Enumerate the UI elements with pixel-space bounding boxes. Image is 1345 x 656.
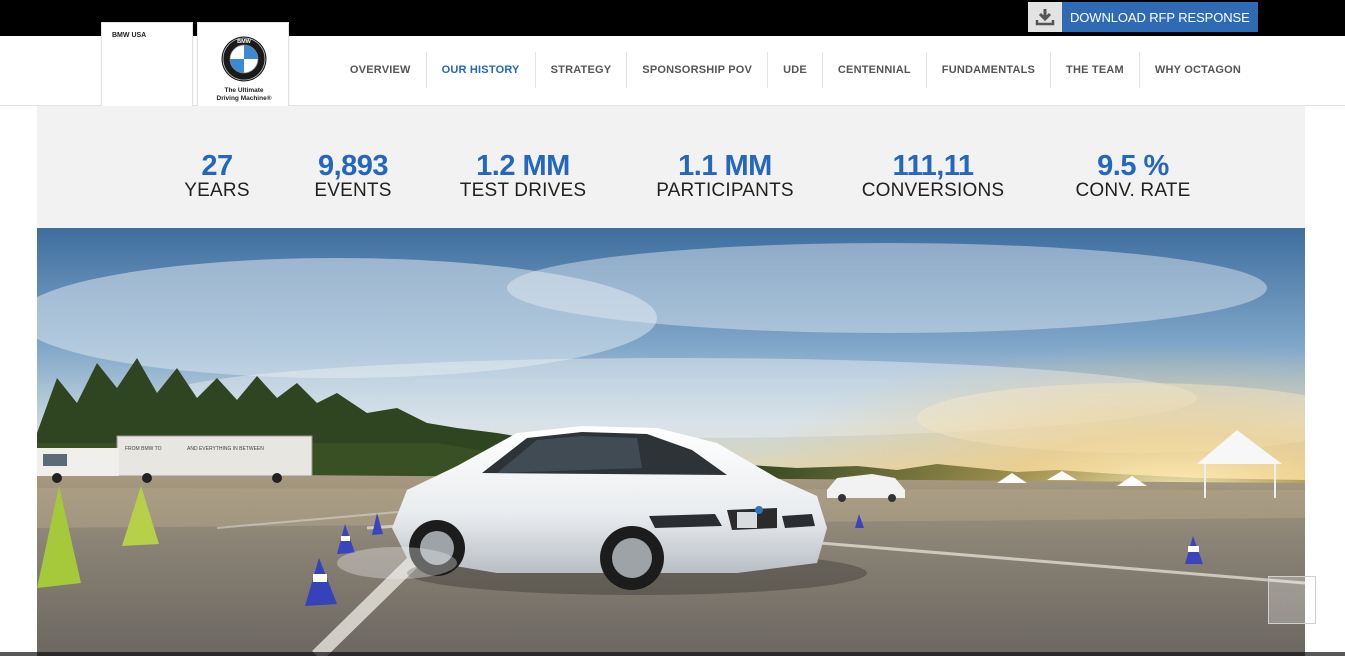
nav-overview[interactable]: OVERVIEW: [335, 52, 426, 88]
stat-value: 1.2 MM: [476, 150, 570, 182]
bmw-logo[interactable]: BMW The Ultimate Driving Machine®: [197, 22, 289, 114]
stat-value: 9.5 %: [1097, 150, 1169, 182]
stat-value: 27: [201, 150, 233, 182]
nav-centennial[interactable]: CENTENNIAL: [821, 52, 926, 88]
download-icon: [1028, 2, 1062, 32]
stat-value: 9,893: [317, 150, 389, 182]
download-rfp-label: DOWNLOAD RFP RESPONSE: [1062, 2, 1258, 32]
nav-our-history[interactable]: OUR HISTORY: [425, 52, 535, 88]
nav-sponsorship-pov[interactable]: SPONSORSHIP POV: [626, 52, 767, 88]
bmw-drive-scene: FROM BMW TO AND EVERYTHING IN BETWEEN: [37, 228, 1305, 656]
stat-label: PARTICIPANTS: [656, 180, 794, 201]
stats-panel: 27 YEARS 9,893 EVENTS 1.2 MM TEST DRIVES…: [37, 106, 1305, 228]
stat-participants: 1.1 MM PARTICIPANTS: [635, 152, 815, 202]
trailer-text-1: FROM BMW TO: [125, 446, 162, 452]
distant-car: [827, 474, 905, 502]
bmw-roundel-icon: BMW: [221, 36, 267, 82]
stat-events: 9,893 EVENTS: [283, 152, 423, 202]
scroll-to-top-button[interactable]: [1268, 576, 1316, 624]
stat-label: CONVERSIONS: [861, 180, 1005, 201]
roundel-letters: BMW: [237, 39, 252, 45]
stat-label: YEARS: [184, 180, 250, 201]
nav-the-team[interactable]: THE TEAM: [1050, 52, 1139, 88]
bmw-usa-logo[interactable]: BMW USA: [101, 22, 193, 114]
nav-why-octagon[interactable]: WHY OCTAGON: [1138, 52, 1241, 88]
download-rfp-button[interactable]: DOWNLOAD RFP RESPONSE: [1028, 2, 1258, 32]
nav-ude[interactable]: UDE: [767, 52, 822, 88]
trailer-text-2: AND EVERYTHING IN BETWEEN: [187, 446, 264, 452]
chevron-up-icon: [1282, 594, 1302, 606]
bottom-strip: [0, 652, 1345, 656]
bmw-usa-label: BMW USA: [112, 32, 147, 39]
hero-image: FROM BMW TO AND EVERYTHING IN BETWEEN: [37, 228, 1305, 656]
stat-conversions: 111,11 CONVERSIONS: [843, 152, 1023, 202]
stat-label: TEST DRIVES: [459, 180, 587, 201]
bmw-tagline: The Ultimate Driving Machine®: [198, 87, 290, 102]
tagline-line-1: The Ultimate: [224, 87, 264, 94]
stat-value: 111,11: [892, 150, 974, 182]
nav-strategy[interactable]: STRATEGY: [534, 52, 627, 88]
stat-years: 27 YEARS: [157, 152, 277, 202]
stat-label: CONV. RATE: [1075, 180, 1191, 201]
nav-fundamentals[interactable]: FUNDAMENTALS: [925, 52, 1050, 88]
stat-value: 1.1 MM: [678, 150, 772, 182]
tagline-line-2: Driving Machine®: [216, 94, 272, 102]
main-nav: OVERVIEW OUR HISTORY STRATEGY SPONSORSHI…: [335, 52, 1241, 88]
stat-label: EVENTS: [314, 180, 392, 201]
stat-conv-rate: 9.5 % CONV. RATE: [1055, 152, 1211, 202]
stat-test-drives: 1.2 MM TEST DRIVES: [433, 152, 613, 202]
